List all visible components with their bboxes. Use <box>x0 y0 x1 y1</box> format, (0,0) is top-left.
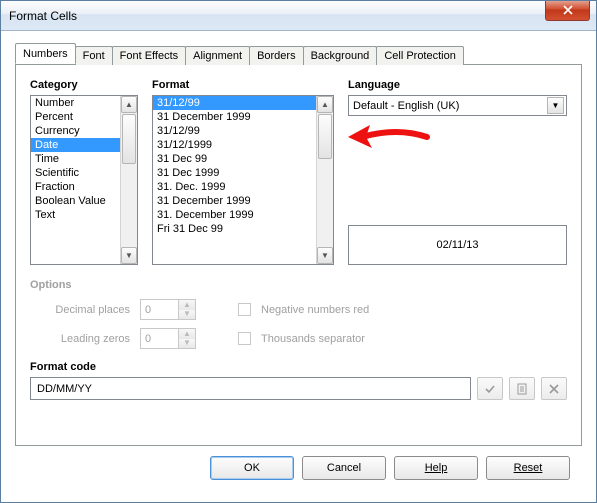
spin-up-icon: ▲ <box>179 300 195 310</box>
cancel-button[interactable]: Cancel <box>302 456 386 480</box>
tab-font-effects[interactable]: Font Effects <box>112 46 187 65</box>
category-column: Category Number Percent Currency Date Ti… <box>30 79 138 265</box>
format-item[interactable]: Fri 31 Dec 99 <box>153 222 316 236</box>
tab-cell-protection[interactable]: Cell Protection <box>376 46 464 65</box>
ok-button[interactable]: OK <box>210 456 294 480</box>
chevron-down-icon: ▼ <box>547 97 564 114</box>
window-title: Format Cells <box>9 9 545 23</box>
format-item[interactable]: 31/12/99 <box>153 124 316 138</box>
options-heading: Options <box>30 279 567 291</box>
leading-zeros-spinner: ▲ ▼ <box>140 328 196 349</box>
tab-strip: Numbers Font Font Effects Alignment Bord… <box>15 43 582 64</box>
category-item-text[interactable]: Text <box>31 208 120 222</box>
format-item[interactable]: 31 Dec 1999 <box>153 166 316 180</box>
language-column: Language Default - English (UK) ▼ 02/11/… <box>348 79 567 265</box>
add-format-button[interactable] <box>509 377 535 400</box>
format-code-input[interactable] <box>30 377 471 400</box>
delete-format-button[interactable] <box>541 377 567 400</box>
tab-alignment[interactable]: Alignment <box>185 46 250 65</box>
tab-borders[interactable]: Borders <box>249 46 304 65</box>
category-item-date[interactable]: Date <box>31 138 120 152</box>
help-button[interactable]: Help <box>394 456 478 480</box>
thousands-separator-label: Thousands separator <box>261 333 365 345</box>
category-heading: Category <box>30 79 138 91</box>
options-section: Options Decimal places ▲ ▼ Negative numb… <box>30 279 567 357</box>
scroll-thumb[interactable] <box>318 114 332 159</box>
tab-font[interactable]: Font <box>75 46 113 65</box>
format-listbox[interactable]: 31/12/99 31 December 1999 31/12/99 31/12… <box>152 95 334 265</box>
tab-background[interactable]: Background <box>303 46 378 65</box>
reset-button[interactable]: Reset <box>486 456 570 480</box>
format-column: Format 31/12/99 31 December 1999 31/12/9… <box>152 79 334 265</box>
titlebar: Format Cells <box>1 1 596 31</box>
close-icon <box>563 5 573 15</box>
format-item[interactable]: 31/12/99 <box>153 96 316 110</box>
decimal-places-input <box>141 304 175 316</box>
thousands-separator-checkbox <box>238 332 251 345</box>
top-row: Category Number Percent Currency Date Ti… <box>30 79 567 265</box>
close-button[interactable] <box>545 1 590 21</box>
category-item-fraction[interactable]: Fraction <box>31 180 120 194</box>
leading-zeros-label: Leading zeros <box>30 333 130 345</box>
check-icon <box>484 383 496 395</box>
tab-numbers[interactable]: Numbers <box>15 43 76 64</box>
spin-down-icon: ▼ <box>179 339 195 349</box>
format-preview: 02/11/13 <box>348 225 567 265</box>
decimal-places-spinner: ▲ ▼ <box>140 299 196 320</box>
format-item[interactable]: 31/12/1999 <box>153 138 316 152</box>
category-item-boolean[interactable]: Boolean Value <box>31 194 120 208</box>
apply-format-button[interactable] <box>477 377 503 400</box>
negative-red-label: Negative numbers red <box>261 304 369 316</box>
format-item[interactable]: 31. December 1999 <box>153 208 316 222</box>
language-selected-value: Default - English (UK) <box>353 100 459 112</box>
x-icon <box>549 384 559 394</box>
note-icon <box>516 383 528 395</box>
format-item[interactable]: 31 Dec 99 <box>153 152 316 166</box>
category-listbox[interactable]: Number Percent Currency Date Time Scient… <box>30 95 138 265</box>
format-item[interactable]: 31. Dec. 1999 <box>153 180 316 194</box>
spinner-buttons: ▲ ▼ <box>178 329 195 348</box>
format-item[interactable]: 31 December 1999 <box>153 110 316 124</box>
dialog-button-row: OK Cancel Help Reset <box>15 446 582 494</box>
tab-panel-numbers: Category Number Percent Currency Date Ti… <box>15 64 582 446</box>
spin-up-icon: ▲ <box>179 329 195 339</box>
decimal-places-label: Decimal places <box>30 304 130 316</box>
negative-red-checkbox <box>238 303 251 316</box>
scroll-thumb[interactable] <box>122 114 136 164</box>
language-select[interactable]: Default - English (UK) ▼ <box>348 95 567 116</box>
client-area: Numbers Font Font Effects Alignment Bord… <box>1 31 596 502</box>
format-heading: Format <box>152 79 334 91</box>
scroll-down-icon[interactable]: ▼ <box>121 247 137 264</box>
scroll-up-icon[interactable]: ▲ <box>317 96 333 113</box>
format-scrollbar[interactable]: ▲ ▼ <box>316 96 333 264</box>
spinner-buttons: ▲ ▼ <box>178 300 195 319</box>
category-scrollbar[interactable]: ▲ ▼ <box>120 96 137 264</box>
leading-zeros-input <box>141 333 175 345</box>
scroll-down-icon[interactable]: ▼ <box>317 247 333 264</box>
scroll-up-icon[interactable]: ▲ <box>121 96 137 113</box>
preview-value: 02/11/13 <box>436 239 478 251</box>
category-item-percent[interactable]: Percent <box>31 110 120 124</box>
category-item-time[interactable]: Time <box>31 152 120 166</box>
language-heading: Language <box>348 79 567 91</box>
category-item-number[interactable]: Number <box>31 96 120 110</box>
format-cells-dialog: Format Cells Numbers Font Font Effects A… <box>0 0 597 503</box>
format-code-heading: Format code <box>30 361 567 373</box>
category-item-currency[interactable]: Currency <box>31 124 120 138</box>
category-item-scientific[interactable]: Scientific <box>31 166 120 180</box>
spin-down-icon: ▼ <box>179 310 195 320</box>
format-item[interactable]: 31 December 1999 <box>153 194 316 208</box>
format-code-section: Format code <box>30 361 567 400</box>
